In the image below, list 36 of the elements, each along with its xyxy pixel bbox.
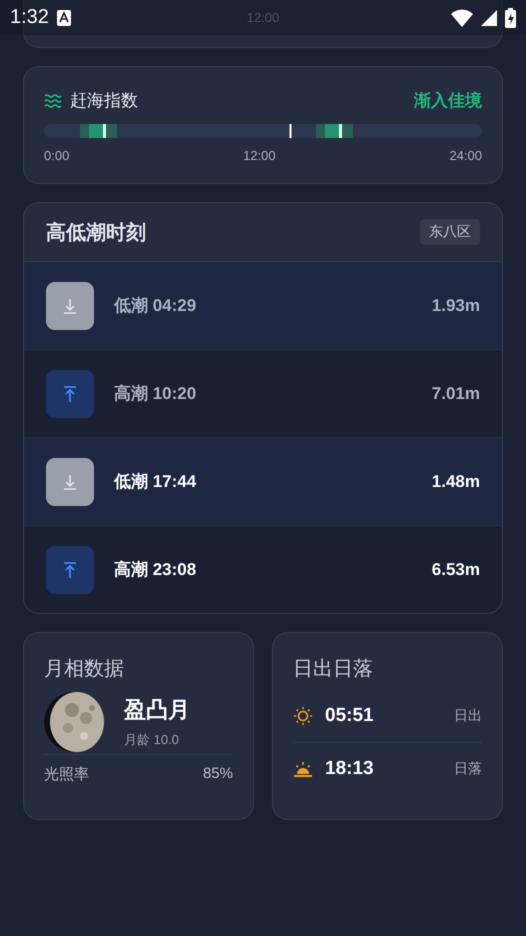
tide-time: 高潮 23:08 — [114, 559, 196, 581]
waves-icon — [44, 94, 62, 108]
wifi-icon — [451, 8, 473, 26]
card-title: 高低潮时刻 — [46, 220, 146, 246]
tide-height: 7.01m — [432, 384, 480, 404]
illumination-label: 光照率 — [44, 765, 89, 784]
tide-height: 1.93m — [432, 296, 480, 316]
upload-arrow-icon — [63, 560, 77, 578]
moon-age: 月龄 10.0 — [124, 731, 180, 749]
moon-phase-name: 盈凸月 — [124, 696, 190, 724]
download-arrow-icon — [63, 296, 77, 314]
download-arrow-icon — [63, 472, 77, 490]
axis-label: 24:00 — [449, 148, 482, 163]
sun-event-label: 日落 — [454, 760, 482, 778]
sunset-icon — [293, 759, 313, 779]
index-rating: 渐入佳境 — [414, 90, 482, 112]
tide-time: 高潮 10:20 — [114, 383, 196, 405]
tide-time: 低潮 04:29 — [114, 295, 196, 317]
card-title: 赶海指数 — [70, 90, 138, 112]
sun-time: 18:13 — [325, 758, 374, 780]
axis-label: 12:00 — [243, 148, 276, 163]
card-title: 日出日落 — [293, 657, 374, 682]
battery-icon — [505, 8, 516, 28]
tide-time: 低潮 17:44 — [114, 471, 196, 493]
axis-label: 0:00 — [44, 148, 70, 163]
illumination-value: 85% — [202, 765, 233, 784]
tide-height: 1.48m — [432, 472, 480, 492]
signal-icon — [481, 10, 497, 26]
sun-icon — [293, 706, 313, 726]
clock: 1:32 — [10, 6, 49, 29]
tide-height: 6.53m — [432, 560, 480, 580]
timezone-tag: 东八区 — [420, 219, 480, 245]
upload-arrow-icon — [63, 384, 77, 402]
card-title: 月相数据 — [44, 657, 125, 682]
sun-event-label: 日出 — [454, 707, 482, 725]
sun-time: 05:51 — [325, 705, 374, 727]
